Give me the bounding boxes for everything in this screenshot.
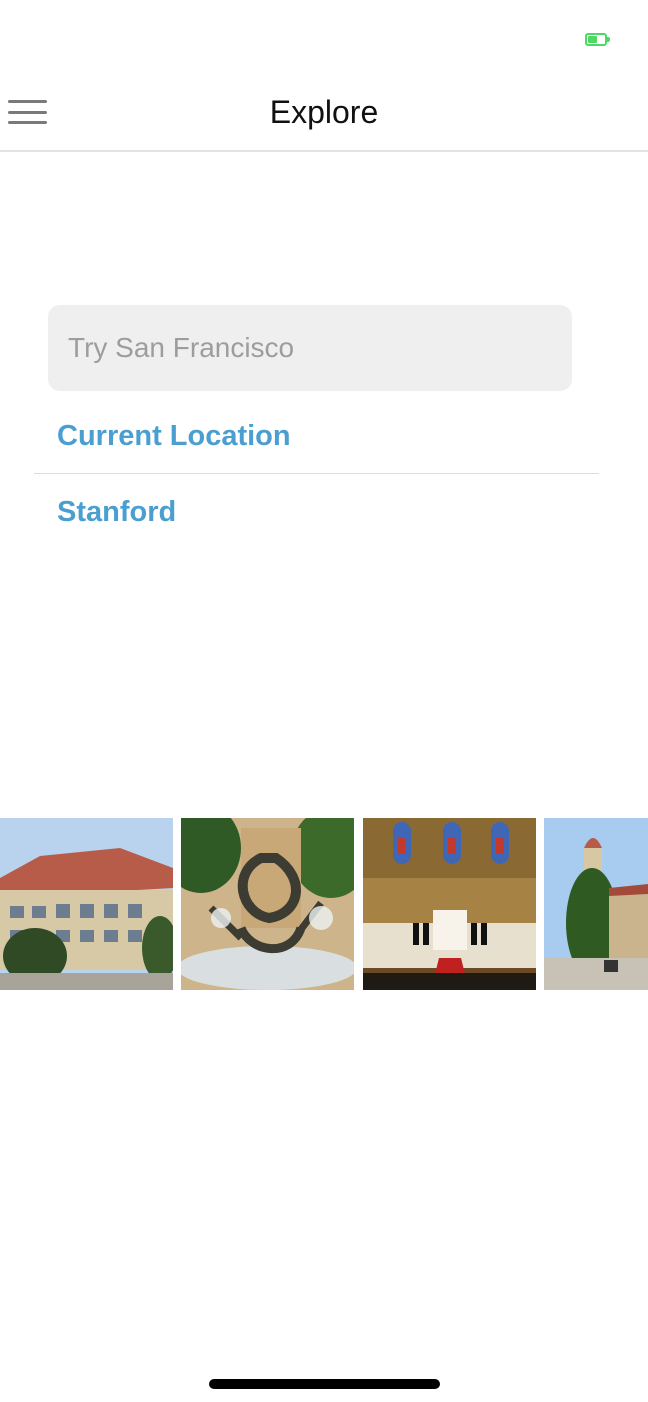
photo-carousel[interactable] [0, 818, 648, 990]
building-photo[interactable] [0, 818, 173, 990]
battery-charging-icon [585, 33, 610, 46]
tower-campus-photo[interactable] [544, 818, 648, 990]
location-item-stanford[interactable]: Stanford [57, 496, 176, 529]
divider [34, 473, 599, 474]
explore-screen: Explore Current Location Stanford [0, 0, 648, 1402]
location-item-current-location[interactable]: Current Location [57, 420, 291, 453]
church-interior-photo[interactable] [363, 818, 536, 990]
page-title: Explore [269, 94, 379, 130]
fountain-sculpture-photo[interactable] [181, 818, 354, 990]
home-indicator[interactable] [209, 1379, 440, 1389]
navigation-bar: Explore [0, 80, 648, 152]
search-input[interactable] [48, 305, 572, 391]
status-bar [0, 0, 648, 80]
